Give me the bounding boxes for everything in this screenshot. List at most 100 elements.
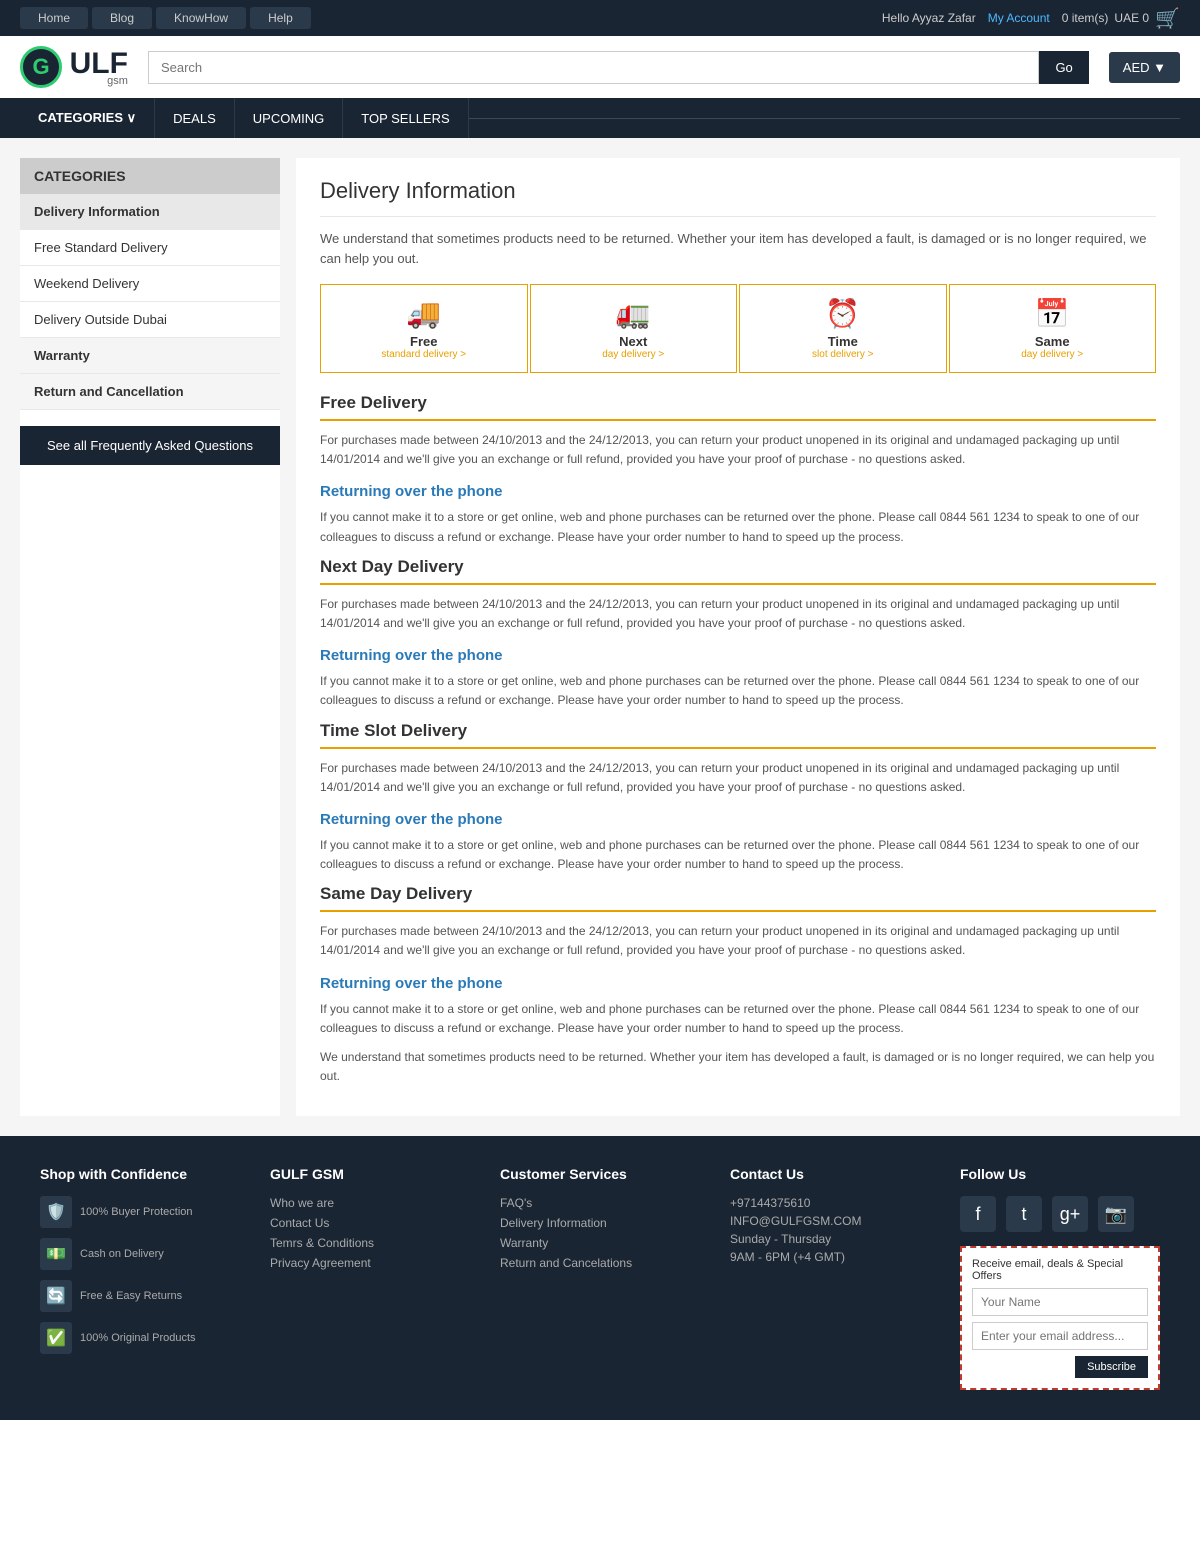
- icon-same-delivery[interactable]: 📅 Same day delivery >: [949, 284, 1157, 373]
- googleplus-icon[interactable]: g+: [1052, 1196, 1088, 1232]
- facebook-icon[interactable]: f: [960, 1196, 996, 1232]
- nav-separator: [469, 118, 1180, 119]
- badge-returns-label: Free & Easy Returns: [80, 1290, 182, 1302]
- nav-upcoming[interactable]: UPCOMING: [235, 98, 344, 138]
- content-intro: We understand that sometimes products ne…: [320, 229, 1156, 268]
- sidebar-item-free-standard[interactable]: Free Standard Delivery: [20, 230, 280, 266]
- logo-area: G ULF gsm: [20, 46, 128, 88]
- delivery-icons-row: 🚚 Free standard delivery > 🚛 Next day de…: [320, 284, 1156, 373]
- section-title-free: Free Delivery: [320, 393, 1156, 421]
- footer-col-contact: Contact Us +97144375610 INFO@GULFGSM.COM…: [730, 1166, 930, 1390]
- section-subtext-free: If you cannot make it to a store or get …: [320, 508, 1156, 546]
- footer-link-return[interactable]: Return and Cancelations: [500, 1256, 700, 1270]
- badge-original-label: 100% Original Products: [80, 1332, 196, 1344]
- nav-knowhow[interactable]: KnowHow: [156, 7, 246, 29]
- search-input[interactable]: [148, 51, 1039, 84]
- content-area: Delivery Information We understand that …: [296, 158, 1180, 1116]
- newsletter-title: Receive email, deals & Special Offers: [972, 1258, 1148, 1282]
- sidebar-item-delivery-info[interactable]: Delivery Information: [20, 194, 280, 230]
- twitter-icon[interactable]: t: [1006, 1196, 1042, 1232]
- original-products-icon: ✅: [40, 1322, 72, 1354]
- footer-link-about[interactable]: Who we are: [270, 1196, 470, 1210]
- nav-bar: CATEGORIES ∨ DEALS UPCOMING TOP SELLERS: [0, 98, 1200, 138]
- currency-button[interactable]: AED ▼: [1109, 52, 1180, 83]
- section-text-next: For purchases made between 24/10/2013 an…: [320, 595, 1156, 633]
- section-subtext-next: If you cannot make it to a store or get …: [320, 672, 1156, 710]
- section-subtext-same: If you cannot make it to a store or get …: [320, 1000, 1156, 1038]
- footer: Shop with Confidence 🛡️ 100% Buyer Prote…: [0, 1136, 1200, 1420]
- faq-button[interactable]: See all Frequently Asked Questions: [20, 426, 280, 465]
- cart-icon[interactable]: 🛒: [1155, 6, 1180, 31]
- logo-text: ULF gsm: [70, 47, 128, 87]
- footer-link-delivery-info[interactable]: Delivery Information: [500, 1216, 700, 1230]
- nav-categories[interactable]: CATEGORIES ∨: [20, 98, 155, 138]
- section-title-next: Next Day Delivery: [320, 557, 1156, 585]
- same-delivery-icon: 📅: [1035, 297, 1070, 330]
- icon-free-delivery[interactable]: 🚚 Free standard delivery >: [320, 284, 528, 373]
- newsletter-box: Receive email, deals & Special Offers Su…: [960, 1246, 1160, 1390]
- nav-topsellers[interactable]: TOP SELLERS: [343, 98, 468, 138]
- icon-time-delivery[interactable]: ⏰ Time slot delivery >: [739, 284, 947, 373]
- footer-col4-title: Contact Us: [730, 1166, 930, 1182]
- sidebar-item-weekend[interactable]: Weekend Delivery: [20, 266, 280, 302]
- newsletter-name-input[interactable]: [972, 1288, 1148, 1316]
- section-subtext-time: If you cannot make it to a store or get …: [320, 836, 1156, 874]
- free-returns-icon: 🔄: [40, 1280, 72, 1312]
- my-account-link[interactable]: My Account: [988, 11, 1050, 25]
- cart-count: 0 item(s): [1062, 11, 1109, 25]
- badge-buyer: 🛡️ 100% Buyer Protection: [40, 1196, 240, 1228]
- greeting: Hello Ayyaz Zafar: [882, 11, 976, 25]
- top-bar: Home Blog KnowHow Help Hello Ayyaz Zafar…: [0, 0, 1200, 36]
- content-outro: We understand that sometimes products ne…: [320, 1048, 1156, 1086]
- newsletter-email-input[interactable]: [972, 1322, 1148, 1350]
- nav-home[interactable]: Home: [20, 7, 88, 29]
- sidebar-item-outside-dubai[interactable]: Delivery Outside Dubai: [20, 302, 280, 338]
- footer-col-confidence: Shop with Confidence 🛡️ 100% Buyer Prote…: [40, 1166, 240, 1390]
- logo-circle-g: G: [20, 46, 62, 88]
- badge-cash: 💵 Cash on Delivery: [40, 1238, 240, 1270]
- next-delivery-sub: day delivery >: [602, 349, 664, 360]
- subscribe-button[interactable]: Subscribe: [1075, 1356, 1148, 1378]
- footer-link-privacy[interactable]: Privacy Agreement: [270, 1256, 470, 1270]
- cart-area: 0 item(s) UAE 0 🛒: [1062, 6, 1180, 31]
- footer-link-warranty[interactable]: Warranty: [500, 1236, 700, 1250]
- free-delivery-sub: standard delivery >: [381, 349, 466, 360]
- social-icons-row: f t g+ 📷: [960, 1196, 1160, 1232]
- next-delivery-icon: 🚛: [616, 297, 651, 330]
- icon-next-delivery[interactable]: 🚛 Next day delivery >: [530, 284, 738, 373]
- footer-col-gulfgsm: GULF GSM Who we are Contact Us Temrs & C…: [270, 1166, 470, 1390]
- instagram-icon[interactable]: 📷: [1098, 1196, 1134, 1232]
- footer-col-social: Follow Us f t g+ 📷 Receive email, deals …: [960, 1166, 1160, 1390]
- contact-time: 9AM - 6PM (+4 GMT): [730, 1250, 930, 1264]
- badge-original: ✅ 100% Original Products: [40, 1322, 240, 1354]
- section-sub-next: Returning over the phone: [320, 647, 1156, 664]
- nav-blog[interactable]: Blog: [92, 7, 152, 29]
- free-delivery-label: Free: [410, 334, 437, 349]
- time-delivery-sub: slot delivery >: [812, 349, 873, 360]
- section-sub-same: Returning over the phone: [320, 975, 1156, 992]
- free-delivery-icon: 🚚: [406, 297, 441, 330]
- contact-phone: +97144375610: [730, 1196, 930, 1210]
- main-container: CATEGORIES Delivery Information Free Sta…: [0, 138, 1200, 1136]
- time-delivery-icon: ⏰: [825, 297, 860, 330]
- footer-link-terms[interactable]: Temrs & Conditions: [270, 1236, 470, 1250]
- search-button[interactable]: Go: [1039, 51, 1088, 84]
- same-delivery-label: Same: [1035, 334, 1070, 349]
- contact-hours: Sunday - Thursday: [730, 1232, 930, 1246]
- nav-deals[interactable]: DEALS: [155, 98, 235, 138]
- sidebar: CATEGORIES Delivery Information Free Sta…: [20, 158, 280, 1116]
- footer-link-faq[interactable]: FAQ's: [500, 1196, 700, 1210]
- same-delivery-sub: day delivery >: [1021, 349, 1083, 360]
- next-delivery-label: Next: [619, 334, 647, 349]
- footer-col1-title: Shop with Confidence: [40, 1166, 240, 1182]
- nav-help[interactable]: Help: [250, 7, 311, 29]
- footer-link-contact[interactable]: Contact Us: [270, 1216, 470, 1230]
- time-delivery-label: Time: [828, 334, 858, 349]
- sidebar-title: CATEGORIES: [20, 158, 280, 194]
- currency-display: UAE 0: [1114, 11, 1149, 25]
- badge-buyer-label: 100% Buyer Protection: [80, 1206, 193, 1218]
- header: G ULF gsm Go AED ▼: [0, 36, 1200, 98]
- sidebar-section-return[interactable]: Return and Cancellation: [20, 374, 280, 410]
- sidebar-section-warranty[interactable]: Warranty: [20, 338, 280, 374]
- top-right: Hello Ayyaz Zafar My Account 0 item(s) U…: [882, 6, 1180, 31]
